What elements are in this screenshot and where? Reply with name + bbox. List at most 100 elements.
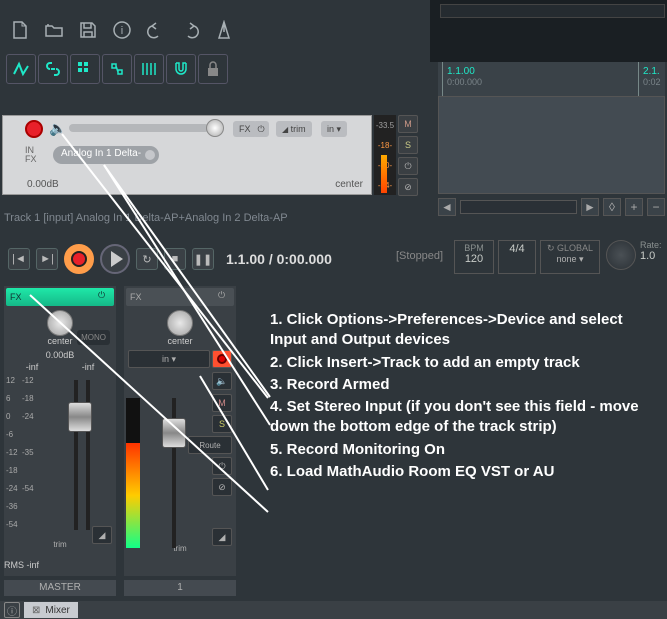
info-button[interactable]: ⓘ	[4, 602, 20, 618]
instructions-overlay: 1. Click Options->Preferences->Device an…	[270, 310, 661, 484]
master-fx-button[interactable]: FX⏻	[6, 288, 114, 306]
record-arm-button[interactable]	[25, 120, 43, 138]
input-select[interactable]: Analog In 1 Delta-	[53, 146, 159, 164]
instruction-2: 2. Click Insert->Track to add an empty t…	[270, 353, 661, 373]
ch1-record-arm[interactable]	[212, 350, 232, 368]
ch1-route-button[interactable]: Route	[188, 436, 232, 454]
grid-icon[interactable]	[70, 54, 100, 84]
svg-text:i: i	[121, 25, 123, 37]
close-tab-icon[interactable]: ⊠	[32, 605, 40, 616]
ch1-trim-button[interactable]: ◢	[212, 528, 232, 546]
lock-icon[interactable]	[198, 54, 228, 84]
time-display: 1.1.00 / 0:00.000	[226, 251, 332, 267]
phase-button[interactable]: ⏻	[398, 157, 418, 175]
ruler-time: 0:02	[643, 77, 661, 87]
marker-nav-icon[interactable]: ◊	[603, 198, 621, 216]
pause-button[interactable]: ❚❚	[192, 248, 214, 270]
ch1-solo-button[interactable]: S	[212, 415, 232, 433]
open-file-icon[interactable]	[40, 16, 68, 44]
track-strip[interactable]: 🔈 FX ⏻ ◢ trim in ▾ IN FX Analog In 1 Del…	[2, 115, 372, 195]
in-fx-label: IN FX	[25, 146, 37, 164]
transport-status: [Stopped]	[396, 250, 443, 262]
ripple-icon[interactable]	[102, 54, 132, 84]
ch1-monitor-button[interactable]: 🔈	[212, 372, 232, 390]
ch1-fx-button[interactable]: FX⏻	[126, 288, 234, 306]
ch1-input-select[interactable]: in ▾	[128, 350, 210, 368]
master-db: 0.00dB	[4, 350, 116, 360]
ruler-time: 0:00.000	[447, 77, 482, 87]
transport-bar: |◄ ►| ↻ ■ ❚❚ 1.1.00 / 0:00.000	[8, 244, 332, 274]
instruction-3: 3. Record Armed	[270, 375, 661, 395]
snap-lines-icon[interactable]	[134, 54, 164, 84]
ch1-mute-button[interactable]: M	[212, 394, 232, 412]
top-strip	[440, 4, 665, 18]
solo-button[interactable]: S	[398, 136, 418, 154]
mono-button[interactable]: MONO	[77, 330, 110, 345]
envelope-icon[interactable]	[6, 54, 36, 84]
track-mini-meter: -33.5 -18- -30- -54-	[374, 115, 396, 195]
master-fader-handle[interactable]	[68, 402, 92, 432]
ch1-fader-handle[interactable]	[162, 418, 186, 448]
magnet-icon[interactable]	[166, 54, 196, 84]
mixer-strip-1[interactable]: FX⏻ center in ▾ 🔈 -33. -18- -30- -42- -5…	[124, 286, 236, 576]
mute-button[interactable]: M	[398, 115, 418, 133]
info-icon[interactable]: i	[108, 16, 136, 44]
goto-start-button[interactable]: |◄	[8, 248, 30, 270]
bottom-bar: ⓘ ⊠Mixer	[0, 601, 667, 619]
mixer-strip-master[interactable]: FX⏻ center MONO 0.00dB -inf-inf 12-12 6-…	[4, 286, 116, 576]
automation-mode-box[interactable]: ↻ GLOBAL none ▾	[540, 240, 600, 274]
scroll-right-icon[interactable]: ►	[581, 198, 599, 216]
rate-knob[interactable]	[606, 240, 636, 270]
ch1-pan-knob[interactable]	[167, 310, 193, 336]
trim-button[interactable]: ◢ trim	[276, 121, 312, 137]
fx-disable-button[interactable]: ⊘	[398, 178, 418, 196]
track-side-buttons: M S ⏻ ⊘	[398, 115, 420, 196]
scroll-left-icon[interactable]: ◄	[438, 198, 456, 216]
stop-button[interactable]: ■	[164, 248, 186, 270]
redo-icon[interactable]	[176, 16, 204, 44]
rms-readout: RMS -inf	[4, 560, 39, 570]
zoom-out-icon[interactable]: −	[647, 198, 665, 216]
link-icon[interactable]	[38, 54, 68, 84]
ruler-pos: 2.1.	[643, 66, 661, 77]
bpm-box[interactable]: BPM 120	[454, 240, 494, 274]
input-mode-button[interactable]: in ▾	[321, 121, 347, 137]
ch1-fx-disable-button[interactable]: ⊘	[212, 478, 232, 496]
ruler-mark-1: 1.1.00 0:00.000	[442, 62, 486, 96]
new-file-icon[interactable]	[6, 16, 34, 44]
timeline-ruler[interactable]: 1.1.00 0:00.000 2.1. 0:02	[438, 62, 665, 96]
loop-button[interactable]: ↻	[136, 248, 158, 270]
arrange-scrollbar[interactable]: ◄ ► ◊ + −	[438, 196, 665, 218]
db-readout: 0.00dB	[27, 179, 59, 190]
fx-bypass-button[interactable]: ⏻	[253, 121, 269, 137]
ch1-pan-label: center	[124, 336, 236, 346]
instruction-5: 5. Record Monitoring On	[270, 440, 661, 460]
record-button[interactable]	[64, 244, 94, 274]
ch1-phase-button[interactable]: ⏻	[212, 457, 232, 475]
ruler-pos: 1.1.00	[447, 66, 482, 77]
undo-icon[interactable]	[142, 16, 170, 44]
ruler-mark-2: 2.1. 0:02	[638, 62, 665, 96]
monitor-speaker-icon[interactable]: 🔈	[49, 120, 66, 137]
mixer-tab[interactable]: ⊠Mixer	[24, 602, 78, 618]
volume-knob[interactable]	[206, 119, 224, 137]
master-strip-name: MASTER	[4, 580, 116, 596]
fader-scale: 12-12 6-18 0-24 -6 -12-35 -18 -24-54 -36…	[6, 376, 36, 536]
metronome-icon[interactable]	[210, 16, 238, 44]
play-button[interactable]	[100, 244, 130, 274]
master-pan-knob[interactable]	[47, 310, 73, 336]
scrollbar-track[interactable]	[460, 200, 577, 214]
master-peak: -inf-inf	[4, 362, 116, 372]
track-input-label: Track 1 [input] Analog In 1 Delta-AP+Ana…	[4, 212, 288, 224]
pan-readout: center	[335, 179, 363, 190]
volume-slider[interactable]	[69, 124, 209, 132]
zoom-in-icon[interactable]: +	[625, 198, 643, 216]
instruction-1: 1. Click Options->Preferences->Device an…	[270, 310, 661, 351]
ch1-strip-name: 1	[124, 580, 236, 596]
arrange-area[interactable]	[438, 96, 665, 194]
save-icon[interactable]	[74, 16, 102, 44]
instruction-4: 4. Set Stereo Input (if you don't see th…	[270, 397, 661, 438]
timesig-box[interactable]: 4/4	[498, 240, 536, 274]
master-trim-button[interactable]: ◢	[92, 526, 112, 544]
goto-end-button[interactable]: ►|	[36, 248, 58, 270]
